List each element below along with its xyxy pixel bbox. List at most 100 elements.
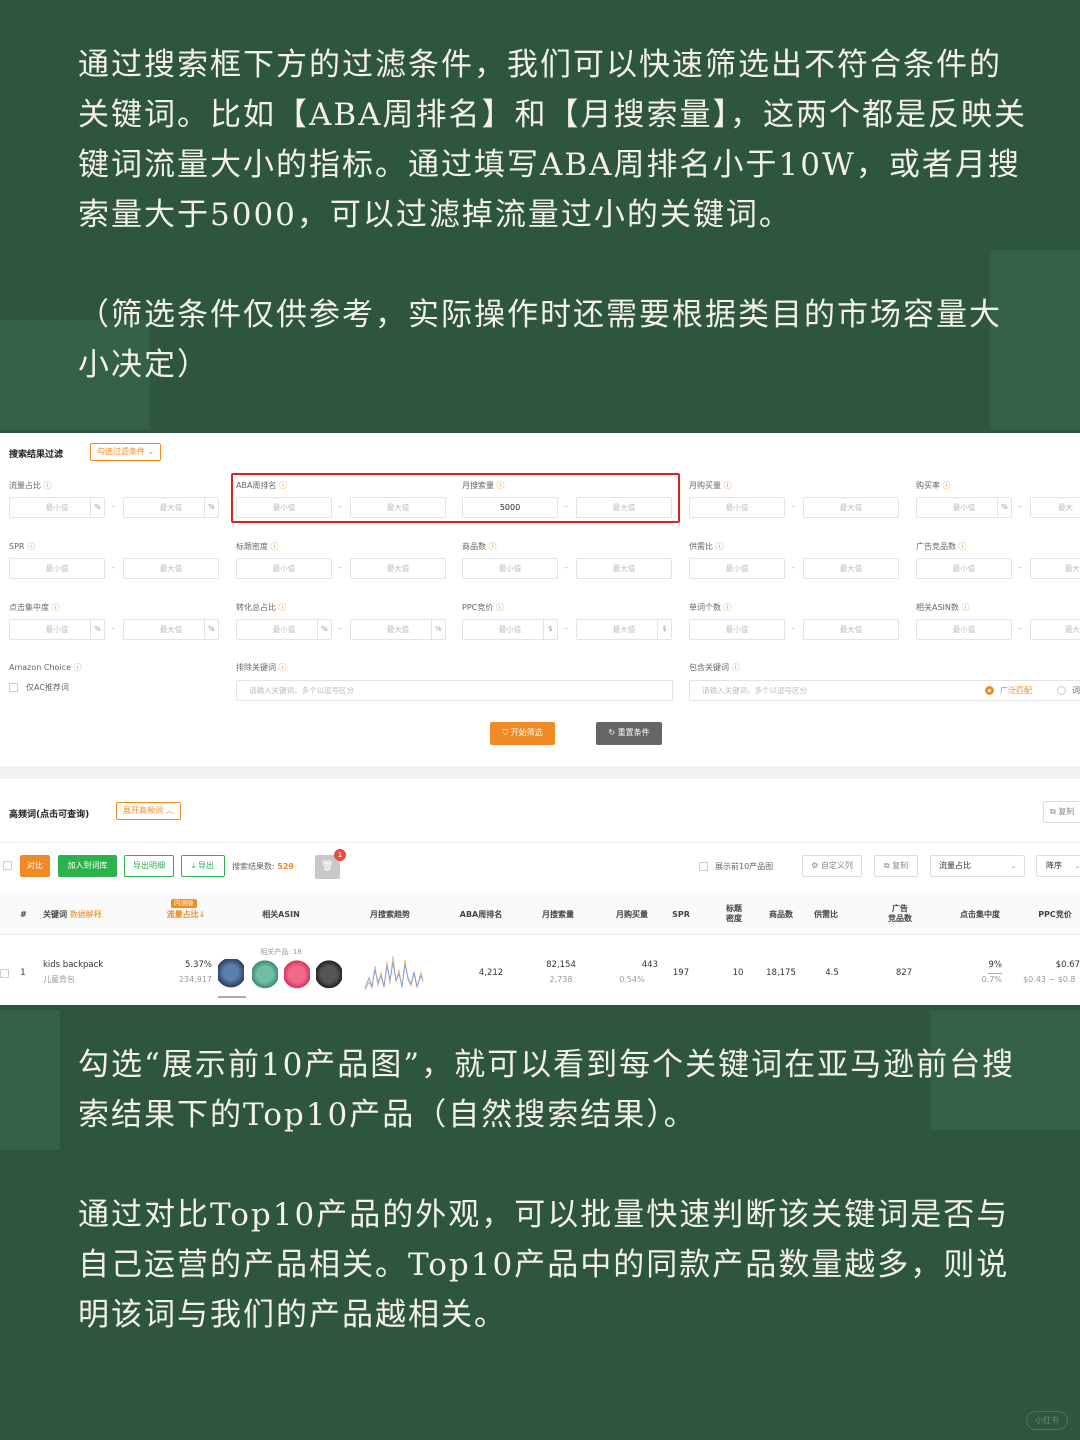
row-spr: 197 bbox=[672, 968, 690, 978]
select-all-checkbox[interactable] bbox=[3, 861, 12, 870]
product-count-max-input[interactable]: 最大值 bbox=[576, 558, 672, 579]
spr-label: SPR ⓘ bbox=[9, 542, 36, 551]
help-icon: ⓘ bbox=[278, 603, 287, 612]
reset-conditions-button[interactable]: ↻ 重置条件 bbox=[596, 722, 662, 745]
other-match-radio[interactable] bbox=[1057, 686, 1066, 695]
header-product-count[interactable]: 商品数 bbox=[760, 910, 802, 920]
traffic-share-min-input[interactable]: 最小值% bbox=[9, 497, 105, 518]
aba-rank-max-input[interactable]: 最大值 bbox=[350, 497, 446, 518]
word-count-max-input[interactable]: 最大值 bbox=[803, 619, 899, 640]
watermark: 小红书 bbox=[1026, 1411, 1068, 1430]
ad-products-min-input[interactable]: 最小值 bbox=[916, 558, 1012, 579]
monthly-search-max-input[interactable]: 最大值 bbox=[576, 497, 672, 518]
intro-paragraph: 通过搜索框下方的过滤条件，我们可以快速筛选出不符合条件的关键词。比如【ABA周排… bbox=[78, 47, 1028, 233]
expand-high-frequency-button[interactable]: 展开高频词 ︿ bbox=[116, 802, 181, 820]
header-title-density[interactable]: 标题 密度 bbox=[718, 904, 750, 924]
header-related-asin: 相关ASIN bbox=[262, 910, 300, 919]
compare-button[interactable]: 对比 bbox=[20, 855, 50, 877]
copy-top-button[interactable]: ⧉ 复制 bbox=[1043, 801, 1080, 823]
start-filter-button[interactable]: ⛉ 开始筛选 bbox=[490, 722, 555, 745]
sort-field-select[interactable]: 流量占比 ⌄ bbox=[930, 855, 1025, 877]
spr-min-input[interactable]: 最小值 bbox=[9, 558, 105, 579]
ad-products-max-input[interactable]: 最大 bbox=[1030, 558, 1080, 579]
header-trend: 月搜索趋势 bbox=[370, 910, 410, 919]
select-filters-button[interactable]: 勾选过滤条件 ⌄ bbox=[90, 443, 162, 461]
sort-order-select[interactable]: 降序 ⌄ bbox=[1036, 855, 1080, 877]
product-thumbnail[interactable] bbox=[284, 959, 310, 993]
monthly-buy-min-input[interactable]: 最小值 bbox=[689, 497, 785, 518]
custom-columns-button[interactable]: ⚙ 自定义列 bbox=[802, 855, 862, 877]
add-to-library-button[interactable]: 加入到词库 bbox=[58, 855, 117, 877]
row-checkbox[interactable] bbox=[0, 969, 9, 978]
help-icon: ⓘ bbox=[495, 603, 504, 612]
header-aba-rank[interactable]: ABA周排名 bbox=[452, 910, 510, 920]
header-supply-demand[interactable]: 供需比 bbox=[806, 910, 846, 920]
copy-icon: ⧉ bbox=[883, 861, 893, 870]
ppc-bid-max-input[interactable]: 最大值 $ bbox=[576, 619, 672, 640]
product-thumbnail[interactable] bbox=[252, 959, 278, 993]
table-row[interactable]: 1 kids backpack 儿童背包 5.37% 234,917 相关产品:… bbox=[0, 936, 1080, 1005]
product-thumbnail[interactable] bbox=[218, 959, 244, 993]
buy-rate-min-input[interactable]: 最小值% bbox=[916, 497, 1012, 518]
header-ad-products[interactable]: 广告 竞品数 bbox=[880, 904, 920, 924]
click-concentration-min-input[interactable]: 最小值% bbox=[9, 619, 105, 640]
copy-button[interactable]: ⧉ 复制 bbox=[874, 855, 918, 877]
spr-max-input[interactable]: 最大值 bbox=[123, 558, 219, 579]
header-traffic-share[interactable]: 流量占比↓ bbox=[160, 910, 212, 920]
row-title-density: 10 bbox=[732, 968, 744, 978]
row-ad-products: 827 bbox=[895, 968, 913, 978]
help-icon: ⓘ bbox=[723, 481, 732, 490]
filter-panel: 搜索结果过滤 勾选过滤条件 ⌄ 流量占比 ⓘ ABA周排名 ⓘ 月搜索量 ⓘ 月… bbox=[0, 433, 1080, 766]
ppc-bid-min-input[interactable]: 最小值 $ bbox=[462, 619, 558, 640]
row-supply-demand: 4.5 bbox=[825, 968, 839, 978]
buy-rate-max-input[interactable]: 最大 bbox=[1030, 497, 1080, 518]
broad-match-radio[interactable] bbox=[985, 686, 994, 695]
row-traffic-share: 5.37% bbox=[184, 960, 212, 970]
header-click-concentration[interactable]: 点击集中度 bbox=[950, 910, 1010, 920]
buy-rate-label: 购买率 ⓘ bbox=[916, 481, 951, 490]
help-icon: ⓘ bbox=[51, 603, 60, 612]
help-icon: ⓘ bbox=[961, 603, 970, 612]
title-density-label: 标题密度 ⓘ bbox=[236, 542, 279, 551]
conversion-share-min-input[interactable]: 最小值% bbox=[236, 619, 332, 640]
search-trend-sparkline[interactable] bbox=[363, 952, 425, 994]
ac-only-checkbox[interactable] bbox=[9, 683, 18, 692]
row-monthly-buy-sub: 0.54% bbox=[619, 975, 645, 984]
header-ppc-bid[interactable]: PPC竞价 bbox=[1030, 910, 1080, 920]
conversion-share-max-input[interactable]: 最大值% bbox=[350, 619, 446, 640]
filter-icon: ⛉ bbox=[502, 728, 511, 737]
title-density-min-input[interactable]: 最小值 bbox=[236, 558, 332, 579]
header-monthly-buy[interactable]: 月购买量 bbox=[606, 910, 658, 920]
related-asin-max-input[interactable]: 最大 bbox=[1030, 619, 1080, 640]
monthly-buy-label: 月购买量 ⓘ bbox=[689, 481, 732, 490]
monthly-buy-max-input[interactable]: 最大值 bbox=[803, 497, 899, 518]
product-count-min-input[interactable]: 最小值 bbox=[462, 558, 558, 579]
monthly-search-min-input[interactable]: 5000 bbox=[462, 497, 558, 518]
row-ppc-bid-sub: $0.43 ~ $0.8 bbox=[1023, 975, 1076, 984]
help-icon: ⓘ bbox=[958, 542, 967, 551]
aba-rank-min-input[interactable]: 最小值 bbox=[236, 497, 332, 518]
product-thumbnail[interactable] bbox=[316, 959, 342, 993]
amazon-choice-label: Amazon Choice ⓘ bbox=[9, 663, 82, 672]
word-count-min-input[interactable]: 最小值 bbox=[689, 619, 785, 640]
header-spr[interactable]: SPR bbox=[666, 910, 696, 920]
title-density-max-input[interactable]: 最大值 bbox=[350, 558, 446, 579]
export-button[interactable]: ⤓ 导出 bbox=[181, 855, 225, 877]
include-keywords-label: 包含关键词 ⓘ bbox=[689, 663, 740, 672]
header-monthly-search[interactable]: 月搜索量 bbox=[532, 910, 584, 920]
other-match-label: 词 bbox=[1072, 686, 1080, 695]
traffic-share-max-input[interactable]: 最大值% bbox=[123, 497, 219, 518]
supply-demand-min-input[interactable]: 最小值 bbox=[689, 558, 785, 579]
broad-match-label: 广泛匹配 bbox=[1000, 686, 1032, 695]
high-frequency-title: 高频词(点击可查询) bbox=[9, 810, 90, 820]
related-asin-min-input[interactable]: 最小值 bbox=[916, 619, 1012, 640]
click-concentration-max-input[interactable]: 最大值% bbox=[123, 619, 219, 640]
row-keyword[interactable]: kids backpack bbox=[43, 960, 103, 970]
compare-paragraph: 通过对比Top10产品的外观，可以批量快速判断该关键词是否与自己运营的产品相关。… bbox=[78, 1197, 1010, 1333]
supply-demand-max-input[interactable]: 最大值 bbox=[803, 558, 899, 579]
export-detail-button[interactable]: 导出明细 bbox=[124, 855, 174, 877]
exclude-keywords-input[interactable]: 请输入关键词，多个以逗号区分 bbox=[236, 680, 673, 701]
show-top10-checkbox[interactable] bbox=[699, 862, 708, 871]
help-icon: ⓘ bbox=[73, 663, 82, 672]
row-aba-rank: 4,212 bbox=[478, 968, 504, 978]
